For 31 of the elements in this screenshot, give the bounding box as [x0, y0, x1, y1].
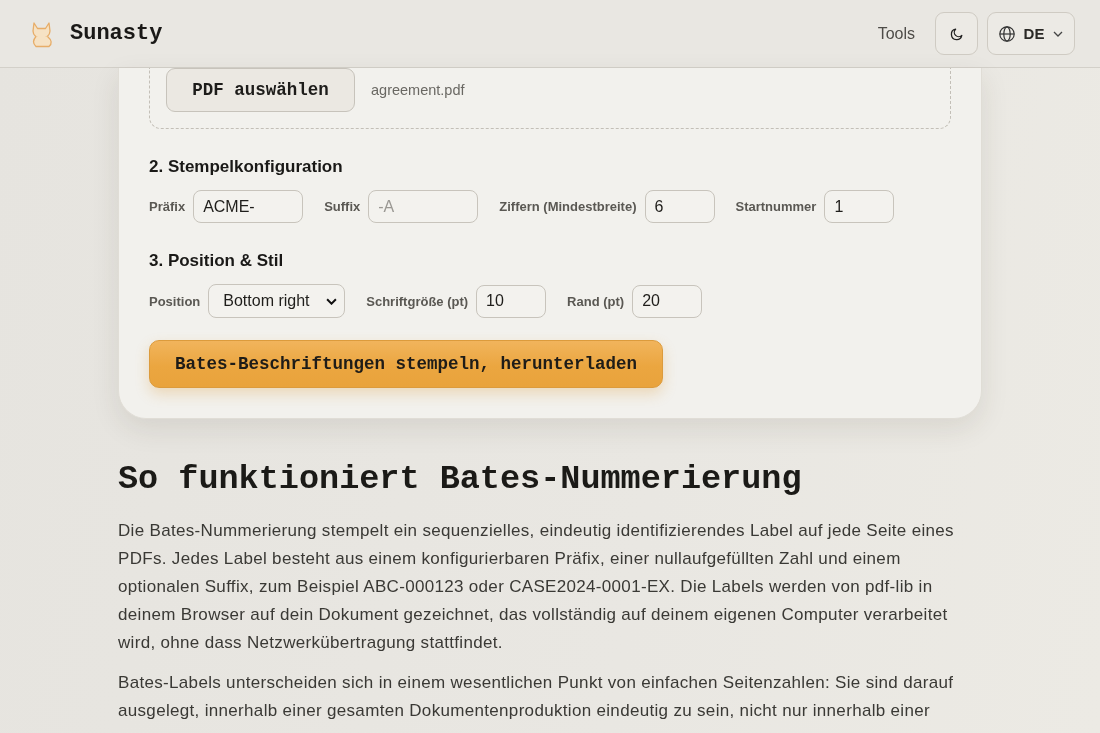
- field-label: Suffix: [324, 199, 361, 214]
- article-heading: So funktioniert Bates-Nummerierung: [118, 459, 803, 499]
- moon-icon: [949, 26, 964, 41]
- upload-dropzone[interactable]: PDF auswählen agreement.pdf: [149, 68, 951, 129]
- section-heading: 2. Stempelkonfiguration: [149, 156, 344, 178]
- globe-icon: [998, 25, 1015, 42]
- choose-pdf-button[interactable]: PDF auswählen: [166, 68, 355, 112]
- theme-toggle-button[interactable]: [935, 12, 978, 55]
- input-field[interactable]: ACME-: [193, 190, 304, 223]
- article-paragraph: Bates-Labels unterscheiden sich in einem wesentlichen Punkt von einfachen Seitenzahlen: Sie sind darauf ausgelegt, innerhalb einer gesamten Dokumentenproduktion eindeutig zu sein, nicht nur innerhalb einer: [118, 672, 955, 722]
- section-heading: 3. Position & Stil: [149, 250, 285, 272]
- tools-link[interactable]: Tools: [877, 24, 915, 43]
- input-field[interactable]: 20: [632, 284, 703, 318]
- chevron-down-icon: [1053, 30, 1064, 37]
- stamp-download-button[interactable]: Bates-Beschriftungen stempeln, herunterladen: [149, 340, 664, 388]
- article-paragraph: Die Bates-Nummerierung stempelt ein sequenzielles, eindeutig identifizierendes Label auf jede Seite eines PDFs. Jedes Label besteht aus einem konfigurierbaren Präfix, einer nullaufgefüllten Zahl und einem optionalen Suffix, zum Beispiel ABC-000123 oder CASE2024-0001-EX. Die Labels werden von pdf-lib in deinem Browser auf dein Dokument gezeichnet, das vollständig auf deinem eigenen Computer verarbeitet wird, ohne dass Netzwerkübertragung stattfindet.: [118, 520, 955, 654]
- language-button[interactable]: DE: [987, 12, 1075, 55]
- field-label: Ziffern (Mindestbreite): [499, 199, 637, 214]
- field-label: Präfix: [149, 199, 186, 214]
- input-field[interactable]: -A: [368, 190, 479, 223]
- select-field[interactable]: Bottom right: [208, 284, 346, 318]
- input-field[interactable]: 1: [824, 190, 895, 223]
- input-field[interactable]: 10: [476, 284, 547, 318]
- field-label: Startnummer: [735, 199, 817, 214]
- brand-name: Sunasty: [70, 21, 163, 46]
- field-label: Rand (pt): [567, 293, 625, 309]
- field-label: Schriftgröße (pt): [366, 293, 469, 309]
- input-field[interactable]: 6: [644, 190, 715, 223]
- file-name: agreement.pdf: [371, 82, 465, 98]
- chevron-down-icon: [326, 297, 338, 305]
- field-label: Position: [149, 293, 201, 309]
